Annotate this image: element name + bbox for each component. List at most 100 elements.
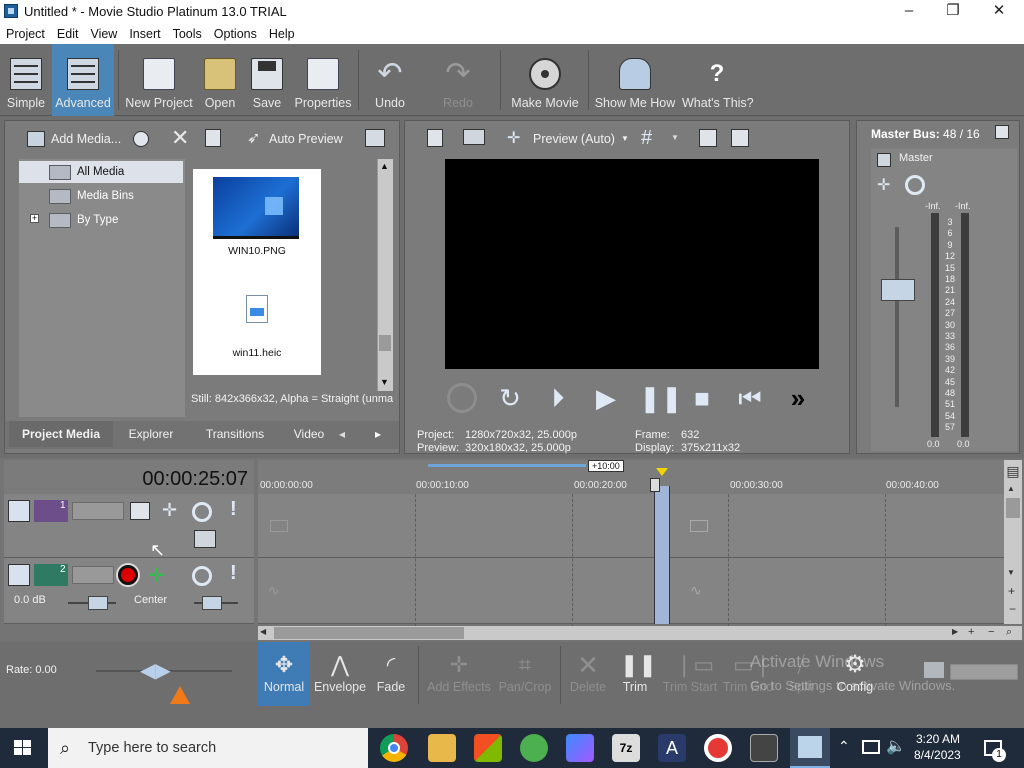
track-header-video[interactable]: 1 ✛ ! bbox=[4, 494, 254, 558]
compositing-mode-icon[interactable] bbox=[194, 530, 216, 548]
track-expand-icon[interactable] bbox=[8, 500, 30, 522]
magnify-icon[interactable]: ⌕ bbox=[1006, 626, 1012, 639]
globe-icon[interactable] bbox=[133, 131, 149, 147]
menu-tools[interactable]: Tools bbox=[167, 24, 208, 44]
zoom-out-icon[interactable]: − bbox=[1009, 602, 1016, 616]
expand-icon[interactable]: + bbox=[30, 214, 39, 223]
menu-options[interactable]: Options bbox=[208, 24, 263, 44]
zoom-in-icon[interactable]: + bbox=[1008, 584, 1015, 598]
green-app-icon[interactable] bbox=[520, 734, 548, 762]
close-button[interactable]: ✕ bbox=[976, 0, 1022, 24]
track-solo-icon[interactable]: ! bbox=[230, 498, 237, 521]
vector-app-icon[interactable]: A bbox=[658, 734, 686, 762]
clapboard-icon[interactable] bbox=[750, 734, 778, 762]
timeline-ruler[interactable]: +10:00 00:00:00:00 00:00:10:00 00:00:20:… bbox=[258, 460, 1004, 494]
monitor-icon[interactable] bbox=[463, 129, 485, 145]
tab-scroll-left-icon[interactable]: ◂ bbox=[339, 427, 345, 441]
search-box[interactable] bbox=[950, 664, 1018, 680]
network-icon[interactable] bbox=[862, 740, 880, 754]
cursor-selection-region[interactable] bbox=[654, 486, 670, 624]
whats-this-button[interactable]: ? What's This? bbox=[682, 44, 754, 116]
track-mute-icon[interactable] bbox=[192, 566, 212, 586]
master-fader[interactable] bbox=[881, 279, 915, 301]
scroll-down-icon[interactable]: ▼ bbox=[1007, 568, 1015, 577]
mute-icon[interactable] bbox=[905, 175, 925, 195]
audio-track-lane[interactable] bbox=[258, 558, 1004, 624]
fade-tool[interactable]: ◜ Fade bbox=[368, 650, 414, 694]
track-motion-icon[interactable] bbox=[130, 502, 150, 520]
save-button[interactable]: Save bbox=[248, 44, 286, 116]
tab-video[interactable]: Video bbox=[287, 421, 331, 447]
folder-export-icon[interactable] bbox=[924, 662, 944, 678]
rate-slider-icon[interactable]: ◀▶ bbox=[140, 658, 171, 683]
preview-properties-icon[interactable] bbox=[427, 129, 443, 147]
menu-edit[interactable]: Edit bbox=[51, 24, 85, 44]
image-file-icon[interactable] bbox=[246, 295, 268, 323]
add-media-button[interactable]: Add Media... bbox=[25, 125, 125, 153]
file-explorer-icon[interactable] bbox=[428, 734, 456, 762]
menu-insert[interactable]: Insert bbox=[123, 24, 166, 44]
clock-time[interactable]: 3:20 AM bbox=[916, 732, 960, 746]
loop-marker-icon[interactable] bbox=[656, 468, 668, 476]
volume-slider-thumb[interactable] bbox=[88, 596, 108, 610]
undo-button[interactable]: ↶ Undo bbox=[368, 44, 412, 116]
scroll-down-icon[interactable]: ▼ bbox=[380, 377, 389, 387]
tab-explorer[interactable]: Explorer bbox=[115, 421, 187, 447]
play-from-start-icon[interactable]: ⏵ bbox=[543, 383, 573, 413]
pause-icon[interactable]: ❚❚ bbox=[639, 383, 683, 413]
scroll-left-icon[interactable]: ◀ bbox=[260, 627, 266, 636]
maximize-button[interactable]: ❐ bbox=[930, 0, 976, 24]
minimize-button[interactable]: – bbox=[886, 0, 932, 24]
grid-overlay-icon[interactable]: # bbox=[641, 127, 652, 150]
stop-icon[interactable]: ■ bbox=[687, 383, 717, 413]
grid-dropdown-icon[interactable]: ▼ bbox=[671, 133, 679, 142]
arm-record-icon[interactable] bbox=[118, 565, 138, 585]
marker-icon[interactable]: ▤ bbox=[1004, 462, 1022, 480]
zoom-out-time-icon[interactable]: − bbox=[988, 626, 994, 638]
store-icon[interactable] bbox=[474, 734, 502, 762]
menu-help[interactable]: Help bbox=[263, 24, 301, 44]
pan-slider-thumb[interactable] bbox=[202, 596, 222, 610]
chevron-up-icon[interactable]: ⌃ bbox=[838, 738, 850, 755]
track-name-field[interactable] bbox=[72, 502, 124, 520]
track-fx-icon[interactable]: ✛ bbox=[148, 563, 165, 588]
tree-item-by-type[interactable]: By Type bbox=[49, 209, 118, 231]
movie-studio-taskbar-item[interactable] bbox=[790, 728, 830, 768]
new-project-button[interactable]: New Project bbox=[124, 44, 194, 116]
save-snapshot-icon[interactable] bbox=[731, 129, 749, 147]
file-thumbnail[interactable] bbox=[213, 177, 299, 239]
advanced-button[interactable]: Advanced bbox=[52, 44, 114, 116]
trim-tool[interactable]: ❚❚ Trim bbox=[612, 650, 658, 694]
fast-forward-icon[interactable]: » bbox=[783, 383, 813, 413]
timeline-vertical-scrollbar[interactable]: ▤ ▲ ▼ + − bbox=[1004, 460, 1022, 624]
preview-quality-dropdown[interactable]: ✛ Preview (Auto) ▼ bbox=[505, 125, 629, 153]
seven-zip-icon[interactable]: 7z bbox=[612, 734, 640, 762]
properties-button[interactable]: Properties bbox=[292, 44, 354, 116]
tab-project-media[interactable]: Project Media bbox=[9, 421, 113, 447]
track-header-audio[interactable]: 2 ✛ ! 0.0 dB Center bbox=[4, 558, 254, 624]
track-solo-icon[interactable]: ! bbox=[230, 562, 237, 585]
scroll-right-icon[interactable]: ▶ bbox=[952, 627, 958, 636]
scroll-thumb[interactable] bbox=[1006, 498, 1020, 518]
tab-scroll-right-icon[interactable]: ▸ bbox=[375, 427, 381, 441]
timeline-horizontal-scrollbar[interactable]: ◀ ▶ + − ⌕ bbox=[258, 626, 1022, 640]
open-button[interactable]: Open bbox=[200, 44, 240, 116]
mixer-properties-icon[interactable] bbox=[995, 125, 1009, 139]
track-mute-icon[interactable] bbox=[192, 502, 212, 522]
recorder-icon[interactable] bbox=[704, 734, 732, 762]
taskbar-search[interactable]: ⌕ Type here to search bbox=[48, 728, 368, 768]
loop-icon[interactable]: ↻ bbox=[495, 383, 525, 413]
clock-date[interactable]: 8/4/2023 bbox=[914, 748, 961, 762]
zoom-bar[interactable] bbox=[428, 464, 586, 467]
media-app-icon[interactable] bbox=[566, 734, 594, 762]
zoom-in-time-icon[interactable]: + bbox=[968, 626, 974, 638]
tree-item-media-bins[interactable]: Media Bins bbox=[49, 185, 134, 207]
simple-button[interactable]: Simple bbox=[4, 44, 48, 116]
tab-transitions[interactable]: Transitions bbox=[195, 421, 275, 447]
media-scrollbar[interactable]: ▲ ▼ bbox=[377, 159, 393, 391]
video-track-lane[interactable] bbox=[258, 494, 1004, 558]
scroll-thumb[interactable] bbox=[379, 335, 391, 351]
scroll-up-icon[interactable]: ▲ bbox=[1007, 484, 1015, 493]
chrome-icon[interactable] bbox=[380, 734, 408, 762]
show-me-how-button[interactable]: Show Me How bbox=[594, 44, 676, 116]
